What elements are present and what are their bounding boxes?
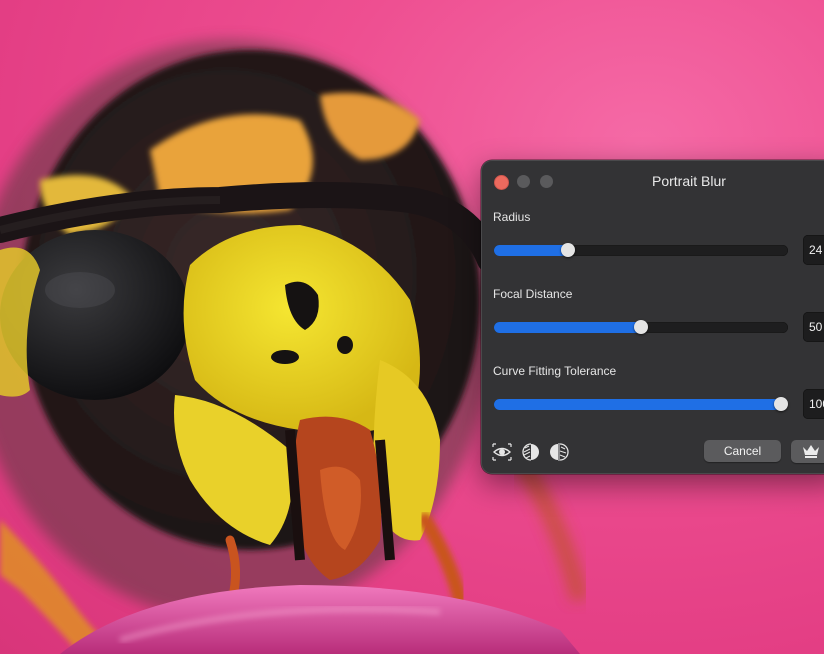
radius-label: Radius (493, 210, 531, 224)
compare-split-icon (522, 443, 539, 461)
close-window-button[interactable] (494, 175, 509, 190)
focal-distance-slider-thumb[interactable] (634, 320, 648, 334)
radius-value-field[interactable]: 24 (803, 235, 824, 265)
curve-fitting-tolerance-value: 100 (809, 397, 824, 411)
portrait-blur-dialog: Portrait Blur Radius 24 Focal Distance 5… (481, 160, 824, 474)
crown-icon (803, 445, 819, 458)
minimize-window-button[interactable] (517, 175, 530, 188)
compare-mirror-icon (550, 443, 569, 461)
compare-split-button[interactable] (520, 441, 542, 463)
focal-distance-slider[interactable] (494, 320, 788, 334)
cancel-button[interactable]: Cancel (704, 440, 781, 462)
radius-slider-thumb[interactable] (561, 243, 576, 257)
preview-button[interactable] (491, 441, 513, 463)
focal-distance-label: Focal Distance (493, 287, 573, 301)
dialog-title: Portrait Blur (652, 173, 726, 189)
zoom-window-button[interactable] (540, 175, 553, 188)
focal-distance-value-field[interactable]: 50 (803, 312, 824, 342)
canvas: Portrait Blur Radius 24 Focal Distance 5… (0, 0, 824, 654)
curve-fitting-tolerance-slider[interactable] (494, 397, 788, 411)
curve-fitting-tolerance-value-field[interactable]: 100 (803, 389, 824, 419)
curve-fitting-tolerance-label: Curve Fitting Tolerance (493, 364, 617, 378)
title-bar: Portrait Blur (482, 161, 824, 201)
curve-fitting-tolerance-slider-fill (494, 399, 781, 410)
radius-value: 24 (809, 243, 823, 257)
compare-mirror-button[interactable] (548, 441, 570, 463)
radius-slider-fill (494, 245, 569, 256)
radius-slider[interactable] (494, 243, 788, 257)
apply-button[interactable] (791, 440, 824, 463)
curve-fitting-tolerance-slider-thumb[interactable] (774, 397, 788, 411)
eye-icon (492, 443, 512, 461)
focal-distance-value: 50 (809, 320, 823, 334)
focal-distance-slider-fill (494, 322, 641, 333)
